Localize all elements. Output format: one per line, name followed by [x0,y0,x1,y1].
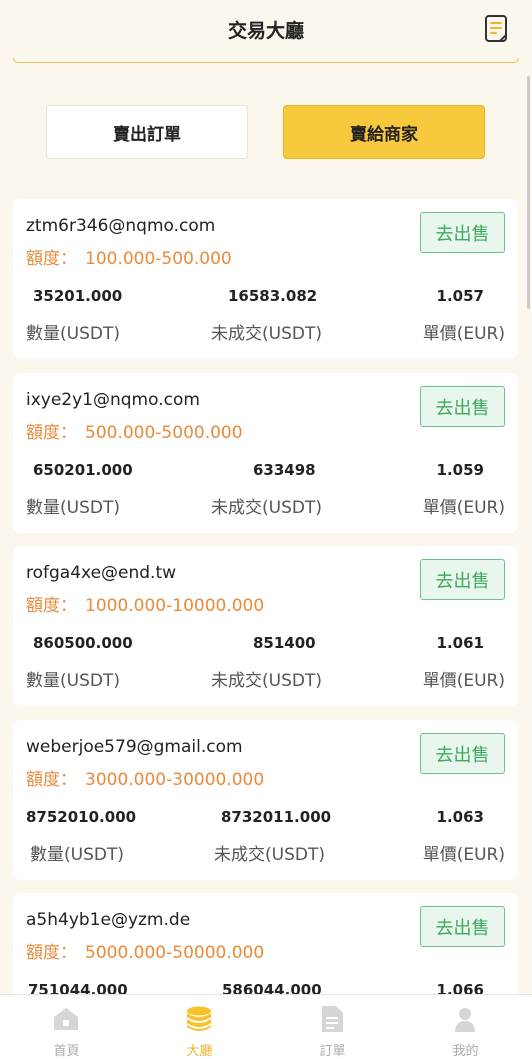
unfilled-value: 586044.000 [222,981,322,994]
go-sell-button[interactable]: 去出售 [420,386,505,427]
quota-value: 500.000-5000.000 [85,423,243,443]
coins-icon [187,1006,211,1031]
qty-label: 數量(USDT) [26,324,120,344]
merchant-card: weberjoe579@gmail.com 額度： 3000.000-30000.… [13,720,518,880]
quota-label: 額度： [26,423,77,443]
tab-home-label: 首頁 [53,1044,80,1059]
unfilled-label: 未成交(USDT) [214,845,325,865]
price-value: 1.066 [436,981,484,994]
quota-label: 額度： [26,596,77,616]
merchant-card: a5h4yb1e@yzm.de 額度： 5000.000-50000.000 去出… [13,893,518,994]
scrollbar[interactable] [527,76,530,309]
merchant-card: rofga4xe@end.tw 額度： 1000.000-10000.000 去出… [13,546,518,706]
tab-orders[interactable]: 訂單 [266,995,399,1059]
tab-home[interactable]: 首頁 [0,995,133,1059]
quota-label: 額度： [26,770,77,790]
price-label: 單價(EUR) [422,498,505,518]
merchant-card: ztm6r346@nqmo.com 額度： 100.000-500.000 去出售… [13,199,518,359]
merchant-email: ixye2y1@nqmo.com [26,390,200,410]
sell-to-merchant-tab[interactable]: 賣給商家 [283,105,485,159]
quota-range: 額度： 1000.000-10000.000 [26,591,264,616]
merchant-email: a5h4yb1e@yzm.de [26,910,191,930]
go-sell-button[interactable]: 去出售 [420,906,505,947]
qty-label: 數量(USDT) [30,845,124,865]
unfilled-label: 未成交(USDT) [211,671,322,691]
header: 交易大廳 [0,0,532,64]
qty-value: 751044.000 [28,981,128,994]
price-value: 1.063 [436,808,484,826]
qty-label: 數量(USDT) [26,671,120,691]
quota-value: 1000.000-10000.000 [85,596,265,616]
price-label: 單價(EUR) [422,324,505,344]
merchant-email: weberjoe579@gmail.com [26,737,243,757]
qty-label: 數量(USDT) [26,498,120,518]
quota-label: 額度： [26,249,77,269]
quota-range: 額度： 5000.000-50000.000 [26,938,264,963]
price-label: 單價(EUR) [422,671,505,691]
bottom-tab-bar: 首頁 大廳 訂單 我的 [0,994,532,1059]
order-icon [322,1006,343,1032]
qty-value: 860500.000 [33,634,133,652]
qty-value: 650201.000 [33,461,133,479]
page-title: 交易大廳 [227,20,304,42]
user-icon [455,1008,475,1032]
home-icon [54,1008,78,1030]
go-sell-button[interactable]: 去出售 [420,733,505,774]
merchant-card: ixye2y1@nqmo.com 額度： 500.000-5000.000 去出售… [13,373,518,533]
quota-range: 額度： 100.000-500.000 [26,244,232,269]
document-icon[interactable] [484,14,510,44]
tab-mine-label: 我的 [452,1044,479,1059]
qty-value: 35201.000 [33,287,123,305]
go-sell-button[interactable]: 去出售 [420,559,505,600]
quota-label: 額度： [26,943,77,963]
unfilled-value: 8732011.000 [221,808,332,826]
tab-orders-label: 訂單 [319,1044,346,1059]
price-value: 1.059 [436,461,484,479]
header-divider [13,58,519,63]
quota-value: 100.000-500.000 [85,249,232,269]
unfilled-value: 16583.082 [228,287,318,305]
unfilled-value: 633498 [253,461,316,479]
tab-mine[interactable]: 我的 [399,995,532,1059]
price-label: 單價(EUR) [422,845,505,865]
qty-value: 8752010.000 [26,808,137,826]
merchant-email: ztm6r346@nqmo.com [26,216,216,236]
sell-orders-tab[interactable]: 賣出訂單 [46,105,248,159]
price-value: 1.061 [436,634,484,652]
tab-hall-label: 大廳 [186,1044,213,1059]
unfilled-value: 851400 [253,634,316,652]
quota-range: 額度： 3000.000-30000.000 [26,765,264,790]
quota-value: 5000.000-50000.000 [85,943,265,963]
tab-hall[interactable]: 大廳 [133,995,266,1059]
merchant-email: rofga4xe@end.tw [26,563,177,583]
unfilled-label: 未成交(USDT) [211,324,322,344]
quota-value: 3000.000-30000.000 [85,770,265,790]
go-sell-button[interactable]: 去出售 [420,212,505,253]
order-type-switch: 賣出訂單 賣給商家 [0,105,532,159]
merchant-list: ztm6r346@nqmo.com 額度： 100.000-500.000 去出售… [0,199,532,994]
unfilled-label: 未成交(USDT) [211,498,322,518]
quota-range: 額度： 500.000-5000.000 [26,418,243,443]
price-value: 1.057 [436,287,484,305]
